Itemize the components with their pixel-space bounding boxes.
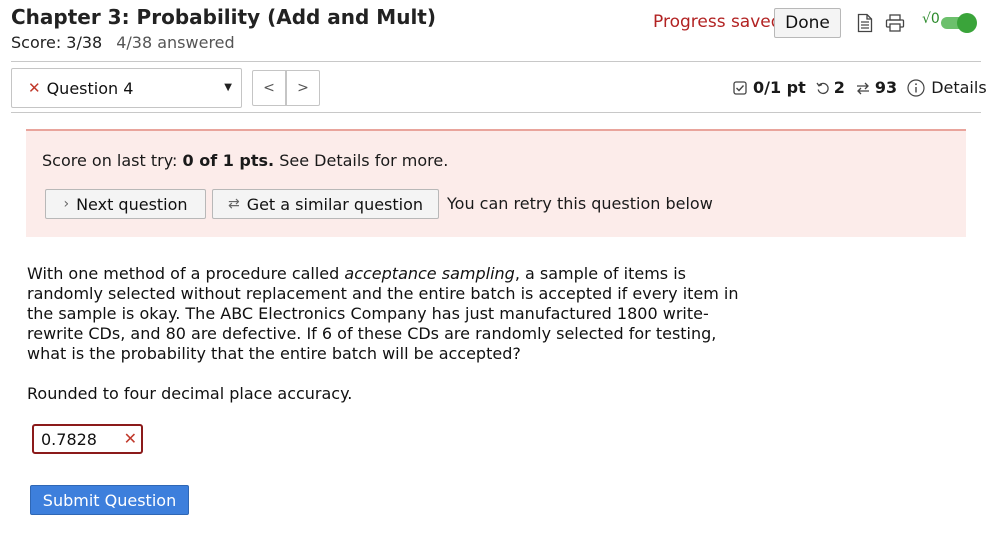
next-question-nav-button[interactable]: > xyxy=(286,70,320,106)
previous-question-button[interactable]: < xyxy=(252,70,286,106)
last-try-score: Score on last try: 0 of 1 pts. See Detai… xyxy=(42,151,448,170)
shuffle-icon: ⇄ xyxy=(227,196,240,212)
nav-divider xyxy=(11,112,981,113)
chevron-right-icon: › xyxy=(63,196,70,212)
question-text-part1: With one method of a procedure called xyxy=(27,264,345,283)
answer-field[interactable]: ✕ xyxy=(32,424,143,454)
similar-question-button[interactable]: ⇄ Get a similar question xyxy=(212,189,439,219)
details-link[interactable]: Details xyxy=(931,78,986,97)
done-button[interactable]: Done xyxy=(774,8,841,38)
score-text: Score: 3/38 xyxy=(11,33,103,52)
caret-down-icon: ▼ xyxy=(224,82,232,93)
last-try-score-value: 0 of 1 pts. xyxy=(182,151,275,170)
score-summary: Score: 3/38 4/38 answered xyxy=(11,33,235,52)
similar-question-label: Get a similar question xyxy=(246,194,424,214)
feedback-panel: Score on last try: 0 of 1 pts. See Detai… xyxy=(26,129,966,237)
question-selector-label: Question 4 xyxy=(46,78,134,98)
progress-saved-status: Progress saved xyxy=(653,12,782,32)
retry-message: You can retry this question below xyxy=(447,194,713,213)
x-icon: ✕ xyxy=(28,79,41,97)
points-value: 0/1 pt xyxy=(753,78,806,97)
tries-count: 2 xyxy=(833,78,845,97)
question-body: With one method of a procedure called ac… xyxy=(27,264,747,424)
answer-input[interactable] xyxy=(41,429,121,449)
versions-count: 93 xyxy=(874,78,898,97)
math-keyboard-icon: √0 xyxy=(922,11,940,27)
next-question-label: Next question xyxy=(76,194,188,214)
last-try-score-suffix: See Details for more. xyxy=(274,151,449,170)
info-icon[interactable] xyxy=(907,78,925,97)
retry-icon xyxy=(816,82,829,94)
question-selector[interactable]: ✕ Question 4 ▼ xyxy=(11,68,242,108)
print-icon[interactable] xyxy=(885,13,905,33)
document-icon[interactable] xyxy=(857,13,873,33)
next-question-button[interactable]: › Next question xyxy=(45,189,206,219)
question-text-emphasis: acceptance sampling xyxy=(344,264,515,283)
checkbox-icon xyxy=(733,80,747,95)
question-meta: 0/1 pt 2 93 Details xyxy=(733,78,987,97)
answered-count: 4/38 answered xyxy=(116,33,235,52)
question-instruction: Rounded to four decimal place accuracy. xyxy=(27,384,353,403)
shuffle-icon xyxy=(856,82,869,94)
last-try-score-prefix: Score on last try: xyxy=(42,151,183,170)
math-entry-toggle[interactable] xyxy=(940,12,978,34)
incorrect-mark-icon: ✕ xyxy=(123,429,137,448)
page-title: Chapter 3: Probability (Add and Mult) xyxy=(11,5,436,29)
header-divider xyxy=(11,61,981,62)
question-text: With one method of a procedure called ac… xyxy=(27,264,747,364)
submit-question-button[interactable]: Submit Question xyxy=(30,485,189,515)
